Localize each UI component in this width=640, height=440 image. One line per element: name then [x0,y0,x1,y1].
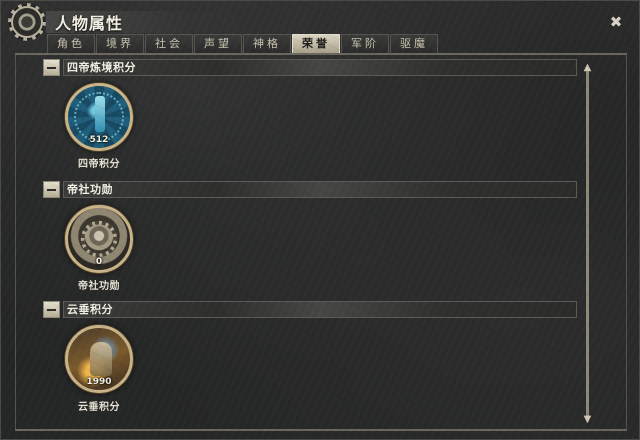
collapse-minus-icon[interactable] [43,59,60,76]
tab-honor[interactable]: 荣誉 [292,34,340,53]
medal-glyph [95,96,105,132]
section-header-four-emperors: 四帝炼境积分 [43,59,577,76]
section-header-bar [63,301,577,318]
tab-reputation[interactable]: 声望 [194,34,242,53]
close-icon[interactable]: ✖ [607,13,625,31]
four-emperors-medal-icon[interactable]: 512 [65,83,133,151]
scrollbar-track[interactable] [586,71,589,417]
scroll-down-icon[interactable]: ▼ [580,415,595,425]
section-header-bar [63,59,577,76]
medal-caption: 帝社功勋 [78,281,120,292]
tab-exorcism[interactable]: 驱魔 [390,34,438,53]
character-attributes-window: 人物属性 ✖ 角色 境界 社会 声望 神格 荣誉 军阶 驱魔 四帝炼境积分 51… [0,0,640,440]
section-header-label: 云垂积分 [67,303,113,316]
yunchui-medal-icon[interactable]: 1990 [65,325,133,393]
section-header-society-merit: 帝社功勋 [43,181,577,198]
tab-society[interactable]: 社会 [145,34,193,53]
collapse-minus-icon[interactable] [43,181,60,198]
collapse-minus-icon[interactable] [43,301,60,318]
tab-realm[interactable]: 境界 [96,34,144,53]
medal-gear [78,218,120,260]
tab-role[interactable]: 角色 [47,34,95,53]
tab-divinity[interactable]: 神格 [243,34,291,53]
tab-bar: 角色 境界 社会 声望 神格 荣誉 军阶 驱魔 [47,34,439,54]
tab-military-rank[interactable]: 军阶 [341,34,389,53]
society-merit-medal-icon[interactable]: 0 [65,205,133,273]
section-header-label: 帝社功勋 [67,183,113,196]
window-title: 人物属性 [55,14,124,33]
medal-value: 512 [89,135,109,145]
gear-icon [11,6,43,38]
medal-caption: 云垂积分 [78,402,120,413]
medal-value: 0 [95,257,103,267]
section-header-label: 四帝炼境积分 [67,61,136,74]
section-header-yunchui: 云垂积分 [43,301,577,318]
medal-caption: 四帝积分 [78,159,120,170]
section-header-bar [63,181,577,198]
medal-value: 1990 [86,377,112,387]
medal-figure [90,342,112,376]
